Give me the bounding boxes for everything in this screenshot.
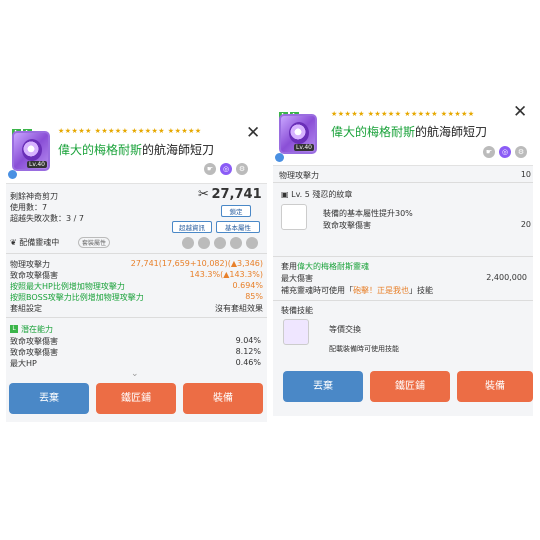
item-name-highlight: 偉大的梅格耐斯 bbox=[331, 125, 416, 139]
slot-icon bbox=[230, 237, 242, 249]
stat-label: 按照BOSS攻擊力比例增加物理攻擊力 bbox=[10, 293, 144, 302]
item-detail-panel-right: L L Lv.40 ★★★★★ ★★★★★ ★★★★★ ★★★★★ 偉大的梅格耐… bbox=[273, 90, 533, 416]
set-value: 沒有套組效果 bbox=[215, 304, 263, 313]
basic-stats-button[interactable]: 基本屬性 bbox=[216, 221, 260, 233]
discard-button[interactable]: 丟棄 bbox=[9, 383, 89, 414]
soul-apply-row: 套用偉大的梅格耐斯靈魂 bbox=[281, 261, 369, 272]
star-force-stars: ★★★★★ ★★★★★ ★★★★★ ★★★★★ bbox=[331, 110, 475, 118]
lock-button[interactable]: 鎖定 bbox=[221, 205, 251, 217]
soul-row: ❦ 配備靈魂中 bbox=[10, 237, 59, 248]
potential-value: 0.46% bbox=[235, 358, 261, 367]
transcend-info-button[interactable]: 超越資訊 bbox=[172, 221, 212, 233]
equip-button[interactable]: 裝備 bbox=[457, 371, 533, 402]
equip-button[interactable]: 裝備 bbox=[183, 383, 263, 414]
used-count: 使用數：7 bbox=[10, 203, 48, 212]
soul-icon[interactable]: ◎ bbox=[499, 146, 511, 158]
chevron-down-icon[interactable]: ⌄ bbox=[131, 369, 139, 379]
blacksmith-button[interactable]: 鐵匠鋪 bbox=[370, 371, 450, 402]
stat-value: 143.3%(▲143.3%) bbox=[189, 270, 263, 279]
combat-power: ✂ 27,741 bbox=[198, 187, 262, 202]
star-force-stars: ★★★★★ ★★★★★ ★★★★★ ★★★★★ bbox=[58, 127, 202, 135]
emblem-desc: 裝備的基本屬性提升30% bbox=[323, 209, 413, 218]
soul-prefix: 套用 bbox=[281, 262, 297, 271]
slot-icon bbox=[198, 237, 210, 249]
blacksmith-button[interactable]: 鐵匠鋪 bbox=[96, 383, 176, 414]
stat-value: 27,741(17,659+10,082)(▲3,346) bbox=[130, 259, 263, 268]
scissors-label: 剩餘神奇剪刀 bbox=[10, 192, 58, 201]
potential-label: 最大HP bbox=[10, 359, 37, 368]
play-icon[interactable] bbox=[8, 170, 17, 179]
emblem-title: Lv. 5 殘忍的紋章 bbox=[291, 190, 353, 199]
emblem-icon: ▣ bbox=[281, 190, 289, 199]
skill-icon bbox=[283, 319, 309, 345]
emblem-stat: 致命攻擊傷害 bbox=[323, 221, 371, 230]
recharge-row: 補充靈魂時可使用「砲擊！正是我也」技能 bbox=[281, 285, 433, 296]
emblem-image bbox=[281, 204, 307, 230]
discard-button[interactable]: 丟棄 bbox=[283, 371, 363, 402]
lock-icon[interactable]: ⚙ bbox=[236, 163, 248, 175]
emblem-title-row: ▣ Lv. 5 殘忍的紋章 bbox=[281, 189, 352, 200]
potential-badge: L bbox=[10, 325, 18, 333]
dagger-item-icon: Lv.40 bbox=[279, 114, 317, 154]
recharge-prefix: 補充靈魂時可使用「 bbox=[281, 286, 353, 295]
set-label: 套組設定 bbox=[10, 304, 42, 313]
stat-label: 致命攻擊傷害 bbox=[10, 271, 58, 280]
lock-icon[interactable]: ⚙ bbox=[515, 146, 527, 158]
soul-label: 配備靈魂中 bbox=[19, 238, 60, 247]
soul-name: 偉大的梅格耐斯靈魂 bbox=[297, 262, 369, 271]
potential-label: 致命攻擊傷害 bbox=[10, 348, 58, 357]
slot-icon bbox=[246, 237, 258, 249]
play-icon[interactable] bbox=[275, 153, 284, 162]
max-damage-value: 2,400,000 bbox=[486, 273, 527, 282]
soul-wing-icon: ❦ bbox=[10, 238, 17, 247]
potential-title: 潛在能力 bbox=[21, 325, 53, 334]
potential-value: 8.12% bbox=[235, 347, 261, 356]
item-name: 偉大的梅格耐斯的航海師短刀 bbox=[331, 123, 487, 140]
soul-slot-icons bbox=[182, 237, 258, 249]
item-name-rest: 的航海師短刀 bbox=[415, 125, 488, 139]
item-header: L L Lv.40 ★★★★★ ★★★★★ ★★★★★ ★★★★★ 偉大的梅格耐… bbox=[6, 117, 267, 184]
close-icon[interactable]: ✕ bbox=[513, 102, 527, 122]
stat-value: 0.694% bbox=[232, 281, 263, 290]
fail-count: 超越失敗次數：3 / 7 bbox=[10, 214, 84, 223]
hand-icon[interactable]: ☛ bbox=[483, 146, 495, 158]
item-detail-panel-left: L L Lv.40 ★★★★★ ★★★★★ ★★★★★ ★★★★★ 偉大的梅格耐… bbox=[6, 117, 267, 422]
item-level: Lv.40 bbox=[27, 161, 47, 168]
soul-icon[interactable]: ◎ bbox=[220, 163, 232, 175]
stat-value: 10 bbox=[520, 170, 531, 179]
combat-power-value: 27,741 bbox=[211, 187, 262, 202]
item-name: 偉大的梅格耐斯的航海師短刀 bbox=[58, 141, 214, 158]
potential-label: 致命攻擊傷害 bbox=[10, 337, 58, 346]
potential-value: 9.04% bbox=[235, 336, 261, 345]
scissors-icon: ✂ bbox=[198, 187, 209, 202]
stat-value: 85% bbox=[245, 292, 263, 301]
skill-name-highlight: 砲擊！正是我也 bbox=[353, 286, 409, 295]
skill-desc: 配載裝備時可使用技能 bbox=[329, 345, 399, 353]
header-icons: ☛ ◎ ⚙ bbox=[483, 146, 527, 158]
hand-icon[interactable]: ☛ bbox=[204, 163, 216, 175]
item-name-rest: 的航海師短刀 bbox=[142, 143, 215, 157]
set-attr-tag[interactable]: 套裝屬性 bbox=[78, 237, 111, 248]
equip-skill-title: 裝備技能 bbox=[281, 306, 313, 315]
stat-label: 按照最大HP比例增加物理攻擊力 bbox=[10, 282, 125, 291]
dagger-item-icon: Lv.40 bbox=[12, 131, 50, 171]
header-icons: ☛ ◎ ⚙ bbox=[204, 163, 248, 175]
stat-label: 物理攻擊力 bbox=[279, 171, 319, 180]
skill-name: 等價交換 bbox=[329, 325, 361, 334]
slot-icon bbox=[182, 237, 194, 249]
max-damage-label: 最大傷害 bbox=[281, 274, 313, 283]
close-icon[interactable]: ✕ bbox=[246, 123, 260, 143]
stat-label: 物理攻擊力 bbox=[10, 260, 50, 269]
item-header: L L Lv.40 ★★★★★ ★★★★★ ★★★★★ ★★★★★ 偉大的梅格耐… bbox=[273, 90, 533, 166]
emblem-value: 20 bbox=[520, 220, 531, 229]
recharge-suffix: 」技能 bbox=[409, 286, 433, 295]
item-name-highlight: 偉大的梅格耐斯 bbox=[58, 143, 143, 157]
slot-icon bbox=[214, 237, 226, 249]
item-level: Lv.40 bbox=[294, 144, 314, 151]
